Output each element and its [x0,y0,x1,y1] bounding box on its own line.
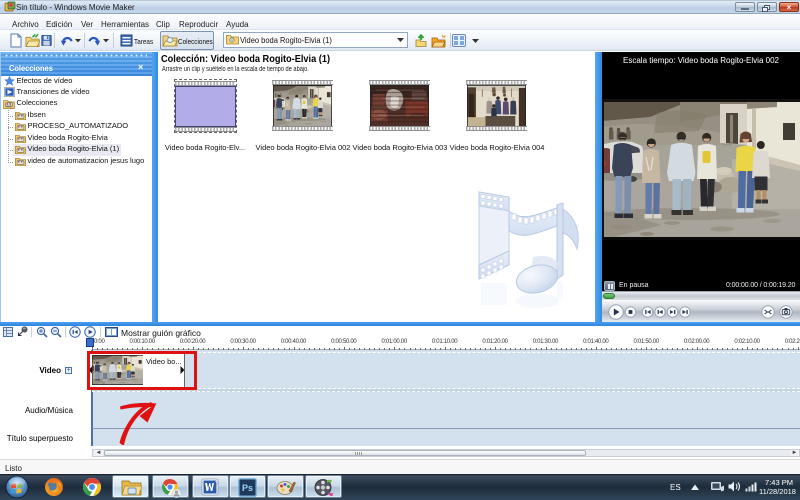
svg-text:Ps: Ps [242,483,253,493]
